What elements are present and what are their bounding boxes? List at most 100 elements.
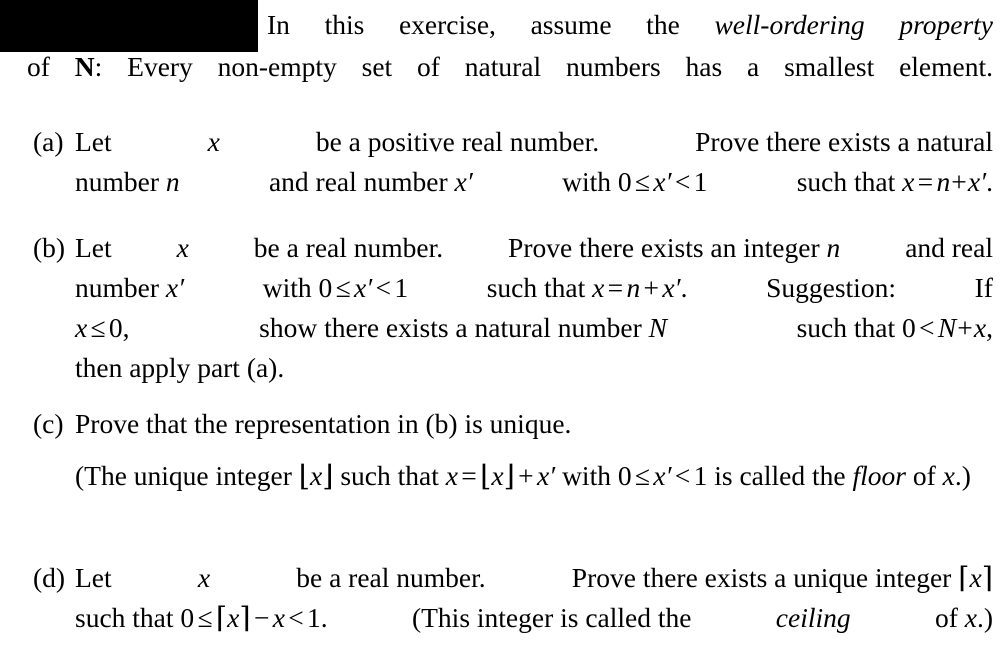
- frag: of: [912, 460, 936, 491]
- math-eq: =: [461, 460, 477, 491]
- math-ceil-open: ⌈: [958, 562, 970, 595]
- frag: such that x=n+x′.: [796, 166, 993, 197]
- frag: be a positive real number.: [315, 126, 600, 157]
- math-var-x: x: [445, 460, 458, 491]
- math-floor-close: ⌋: [322, 460, 334, 493]
- math-var-x: x: [902, 166, 915, 197]
- math-zero: 0: [617, 460, 632, 491]
- math-var-n: n: [626, 272, 641, 303]
- document-page: In this exercise, assume the well-orderi…: [0, 0, 1008, 652]
- math-var-x-prime: x′: [662, 272, 681, 303]
- item-b-line-3: x ≤0, show there exists a natural number …: [75, 308, 993, 348]
- math-var-N: N: [937, 312, 957, 343]
- math-period: .: [320, 602, 328, 633]
- math-var-x: x: [176, 232, 189, 263]
- math-var-x: x: [973, 312, 987, 343]
- item-body-d: Let x be a real number. Prove there exis…: [75, 558, 993, 638]
- math-var-x: x: [197, 562, 211, 593]
- math-eq: =: [917, 166, 934, 197]
- item-d-line-2: such that 0 ≤ ⌈x⌉ − x <1. (This integer is ca…: [75, 598, 993, 638]
- frag: (The unique integer ⌊x⌋: [75, 460, 333, 493]
- math-le: ≤: [634, 460, 650, 491]
- math-var-x-prime: x′: [165, 272, 185, 303]
- item-c-line-1: Prove that the representation in (b) is …: [75, 404, 993, 444]
- frag: Let: [75, 562, 112, 593]
- math-period: .: [976, 602, 984, 633]
- math-var-x-prime: x′: [536, 460, 556, 491]
- math-lt: <: [674, 166, 691, 197]
- item-c-sub-line-1: (The unique integer ⌊x⌋ such that x = ⌊x⌋ +…: [75, 460, 739, 493]
- math-comma: ,: [986, 312, 993, 343]
- item-a-line-2: number n and real number x′ with 0 ≤ x′ <1 …: [75, 162, 993, 202]
- intro-line2: of N: Every non-empty set of natural num…: [27, 51, 993, 82]
- math-lt: <: [288, 602, 304, 633]
- item-body-a: Let x be a positive real number. Prove t…: [75, 122, 993, 202]
- math-var-x-prime: x′: [653, 166, 672, 197]
- frag: Prove there exists a unique integer ⌈x⌉: [572, 558, 993, 598]
- exercise-item-b: (b) Let x be a real number. Prove there …: [33, 228, 993, 388]
- math-ceil-close: ⌉: [981, 562, 993, 595]
- item-label-c: (c): [33, 408, 64, 439]
- math-zero: 0: [901, 312, 916, 343]
- math-one: 1: [693, 460, 708, 491]
- frag: such that x = ⌊x⌋ + x′: [340, 460, 556, 493]
- closing-paren: ): [961, 460, 971, 491]
- frag: Prove there exists an integer n: [508, 232, 841, 263]
- math-one: 1: [693, 166, 708, 197]
- math-ceil-close: ⌉: [239, 602, 251, 635]
- item-body-c: Prove that the representation in (b) is …: [75, 404, 993, 444]
- frag: Let: [75, 126, 112, 157]
- frag: and real number x′: [268, 166, 473, 197]
- math-plus: +: [951, 166, 967, 197]
- frag: with 0 ≤ x′ <1: [562, 460, 708, 491]
- intro-line1-text: In this exercise, assume the: [267, 9, 680, 40]
- frag: Prove there exists a natural: [695, 126, 993, 157]
- frag: is: [714, 460, 733, 491]
- item-c-subparagraph: (The unique integer ⌊x⌋ such that x = ⌊x⌋ +…: [75, 456, 993, 496]
- math-plus: +: [643, 272, 660, 303]
- frag: of x.): [934, 602, 993, 633]
- math-period: .: [680, 272, 688, 303]
- math-one: 1: [307, 602, 321, 633]
- math-floor-open: ⌊: [298, 460, 310, 493]
- math-ceil-open: ⌈: [215, 602, 228, 635]
- closing-paren: ): [983, 602, 993, 633]
- item-label-d: (d): [33, 562, 66, 593]
- frag: x ≤0,: [75, 308, 130, 348]
- math-var-x: x: [969, 562, 982, 593]
- math-le: ≤: [90, 312, 106, 343]
- frag: number x′: [75, 272, 185, 303]
- math-period: .: [954, 460, 962, 491]
- frag: called the: [739, 460, 846, 491]
- frag: Let: [75, 232, 112, 263]
- math-var-x: x: [964, 602, 977, 633]
- intro-emphasis: well-ordering property: [714, 9, 994, 40]
- item-label-a: (a): [33, 126, 64, 157]
- math-lt: <: [919, 312, 935, 343]
- item-body-b: Let x be a real number. Prove there exis…: [75, 228, 993, 388]
- math-floor-close: ⌋: [503, 460, 515, 493]
- math-zero: 0: [617, 166, 632, 197]
- math-le: ≤: [335, 272, 351, 303]
- math-var-N: N: [648, 312, 667, 343]
- frag: Suggestion:: [766, 272, 896, 303]
- item-b-line-4: then apply part (a).: [75, 348, 993, 388]
- frag: be a real number.: [296, 562, 486, 593]
- exercise-item-d: (d) Let x be a real number. Prove there …: [33, 558, 993, 638]
- math-var-x-prime: x′: [454, 166, 473, 197]
- math-floor-open: ⌊: [480, 460, 492, 493]
- frag: be a real number.: [253, 232, 444, 263]
- frag: with 0 ≤ x′ <1: [262, 272, 409, 303]
- item-d-line-1: Let x be a real number. Prove there exis…: [75, 558, 993, 598]
- frag: If: [974, 272, 993, 303]
- math-var-x: x: [227, 602, 240, 633]
- item-a-line-1: Let x be a positive real number. Prove t…: [75, 122, 993, 162]
- math-var-x: x: [592, 272, 605, 303]
- intro-line2-prefix: of: [27, 51, 50, 82]
- frag: with 0 ≤ x′ <1: [562, 166, 708, 197]
- emphasis-floor: floor: [852, 460, 906, 491]
- math-lt: <: [674, 460, 691, 491]
- frag: then apply part (a).: [75, 352, 285, 383]
- frag: such that 0 < N+x,: [796, 312, 993, 343]
- frag: such that x=n+x′.: [486, 272, 688, 303]
